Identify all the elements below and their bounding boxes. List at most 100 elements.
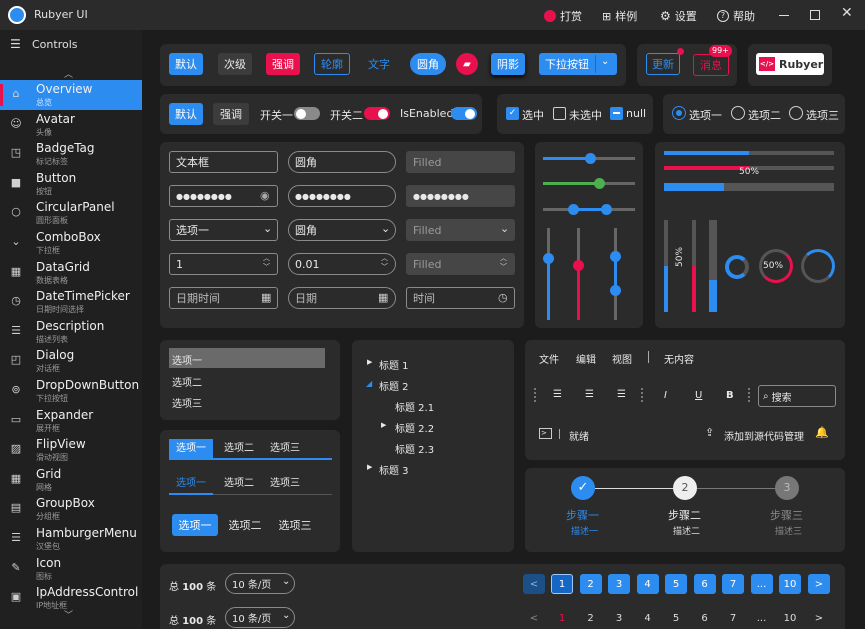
switch1-toggle[interactable] — [294, 107, 320, 120]
sidebar-item-dialog[interactable]: ◰ Dialog 对话框 — [0, 346, 142, 376]
isenabled-toggle[interactable] — [451, 107, 477, 120]
shadow-button[interactable]: 阴影 — [491, 53, 525, 75]
filled-password-field[interactable]: ●●●●●●●● — [406, 185, 515, 207]
tab2-option-3[interactable]: 选项三 — [263, 474, 307, 494]
toggle-default-button[interactable]: 默认 — [169, 103, 203, 125]
h-slider-blue[interactable] — [543, 153, 635, 164]
radio-option-1[interactable] — [672, 106, 686, 120]
pager-page-button[interactable]: 10 — [779, 574, 801, 594]
tree-node[interactable]: 标题 2.3 — [395, 441, 434, 456]
sidebar-item-description[interactable]: ☰ Description 描述列表 — [0, 317, 142, 347]
pager-page-button[interactable]: 7 — [722, 574, 744, 594]
tab3-option-1[interactable]: 选项一 — [172, 514, 218, 536]
sidebar-item-flipview[interactable]: ▨ FlipView 滑动视图 — [0, 435, 142, 465]
h-slider-green[interactable] — [543, 178, 635, 189]
secondary-button[interactable]: 次级 — [218, 53, 252, 75]
tab2-option-2[interactable]: 选项二 — [217, 474, 261, 494]
scroll-down-icon[interactable]: ﹀ — [64, 608, 73, 621]
range-slider[interactable] — [543, 204, 635, 215]
round-combo-box[interactable]: 圆角 ⌄ — [288, 219, 396, 241]
help-button[interactable]: ? 帮助 — [717, 8, 755, 24]
pager-page-link[interactable]: 3 — [608, 608, 630, 628]
tree-node[interactable]: 标题 1 — [379, 357, 409, 372]
tab-option-1[interactable]: 选项一 — [169, 439, 213, 459]
filled-numeric-updown[interactable]: Filled ︿ ﹀ — [406, 253, 515, 275]
tab3-option-2[interactable]: 选项二 — [222, 514, 268, 536]
filled-combo-box[interactable]: Filled ⌄ — [406, 219, 515, 241]
page-size-select[interactable]: 10 条/页 ⌄ — [225, 607, 295, 628]
pager-page-link[interactable]: 7 — [722, 608, 744, 628]
align-center-icon[interactable]: ☰ — [585, 389, 594, 400]
list-item-selected[interactable]: 选项一 — [169, 348, 325, 368]
pager-next-button[interactable]: > — [808, 608, 830, 628]
filled-text-field[interactable]: Filled — [406, 151, 515, 173]
spin-arrows-icon[interactable]: ︿ ﹀ — [500, 254, 507, 272]
pager-page-link[interactable]: 6 — [694, 608, 716, 628]
calendar-icon[interactable]: ▦ — [261, 291, 271, 304]
sidebar-item-circularpanel[interactable]: ○ CircularPanel 圆形面板 — [0, 198, 142, 228]
rubyer-brand-button[interactable]: </> Rubyer — [756, 53, 824, 75]
spin-arrows-icon[interactable]: ︿ ﹀ — [381, 254, 388, 272]
underline-button[interactable]: U — [695, 390, 702, 401]
pager-page-link[interactable]: 4 — [637, 608, 659, 628]
null-checkbox[interactable] — [610, 107, 623, 120]
step-2-circle[interactable]: 2 — [673, 476, 697, 500]
v-slider-red[interactable] — [573, 228, 584, 320]
emphasis-button[interactable]: 强调 — [266, 53, 300, 75]
pager-prev-button[interactable]: < — [523, 608, 545, 628]
tab-option-2[interactable]: 选项二 — [217, 439, 261, 459]
tab2-option-1[interactable]: 选项一 — [169, 474, 213, 494]
align-left-icon[interactable]: ☰ — [553, 389, 562, 400]
sidebar-item-hamburgermenu[interactable]: ☰ HamburgerMenu 汉堡包 — [0, 524, 142, 554]
text-field[interactable]: 文本框 — [169, 151, 278, 173]
sidebar-item-button[interactable]: ■ Button 按钮 — [0, 169, 142, 199]
pager-page-link[interactable]: 10 — [779, 608, 801, 628]
menu-view[interactable]: 视图 — [612, 351, 632, 366]
radio-option-3[interactable] — [789, 106, 803, 120]
chevron-down-icon[interactable]: ⌄ — [601, 56, 609, 67]
tree-node[interactable]: 标题 2.1 — [395, 399, 434, 414]
tab3-option-3[interactable]: 选项三 — [272, 514, 318, 536]
checked-checkbox[interactable]: ✓ — [506, 107, 519, 120]
pager-page-link[interactable]: 1 — [551, 608, 573, 628]
pager-page-link[interactable]: 5 — [665, 608, 687, 628]
tree-node[interactable]: 标题 2.2 — [395, 420, 434, 435]
radio-option-2[interactable] — [731, 106, 745, 120]
sidebar-item-avatar[interactable]: ☺ Avatar 头像 — [0, 110, 142, 140]
sidebar-item-dropdownbutton[interactable]: ⊚ DropDownButton 下拉按钮 — [0, 376, 142, 406]
outline-button[interactable]: 轮廓 — [314, 53, 350, 75]
circle-icon-button[interactable]: ▰ — [456, 53, 478, 75]
maximize-button[interactable] — [810, 10, 820, 20]
pager-page-button[interactable]: 2 — [579, 574, 602, 594]
pager-next-button[interactable]: > — [808, 574, 830, 594]
upload-icon[interactable]: ⇪ — [705, 426, 714, 439]
bell-icon[interactable]: 🔔 — [815, 426, 829, 439]
tree-expand-icon[interactable]: ▶ — [367, 358, 372, 366]
tree-node[interactable]: 标题 3 — [379, 462, 409, 477]
menu-edit[interactable]: 编辑 — [576, 351, 596, 366]
sidebar-item-badgetag[interactable]: ◳ BadgeTag 标记标签 — [0, 139, 142, 169]
samples-button[interactable]: ⊞ 样例 — [602, 8, 637, 24]
time-picker[interactable]: 时间 ◷ — [406, 287, 515, 309]
bold-button[interactable]: B — [726, 390, 734, 401]
round-password-field[interactable]: ●●●●●●●● — [288, 185, 396, 207]
sidebar-item-grid[interactable]: ▦ Grid 网格 — [0, 465, 142, 495]
text-button[interactable]: 文字 — [362, 53, 396, 75]
pager-page-link[interactable]: ... — [751, 608, 773, 628]
close-button[interactable]: ✕ — [841, 5, 853, 21]
align-right-icon[interactable]: ☰ — [617, 389, 626, 400]
sidebar-item-expander[interactable]: ▭ Expander 展开框 — [0, 406, 142, 436]
toggle-emphasis-button[interactable]: 强调 — [213, 103, 249, 125]
page-size-select[interactable]: 10 条/页 ⌄ — [225, 573, 295, 594]
sidebar-item-datetimepicker[interactable]: ◷ DateTimePicker 日期时间选择 — [0, 287, 142, 317]
menu-file[interactable]: 文件 — [539, 351, 559, 366]
italic-button[interactable]: I — [664, 390, 667, 401]
dropdown-button[interactable]: 下拉按钮 ⌄ — [539, 53, 617, 75]
tree-expand-icon[interactable]: ▶ — [381, 421, 386, 429]
numeric-updown[interactable]: 1 ︿ ﹀ — [169, 253, 278, 275]
tree-node[interactable]: 标题 2 — [379, 378, 409, 393]
sidebar-item-datagrid[interactable]: ▦ DataGrid 数据表格 — [0, 258, 142, 288]
pager-page-button[interactable]: 6 — [693, 574, 716, 594]
sidebar-item-combobox[interactable]: ⌄ ComboBox 下拉框 — [0, 228, 142, 258]
eye-icon[interactable]: ◉ — [260, 189, 270, 202]
